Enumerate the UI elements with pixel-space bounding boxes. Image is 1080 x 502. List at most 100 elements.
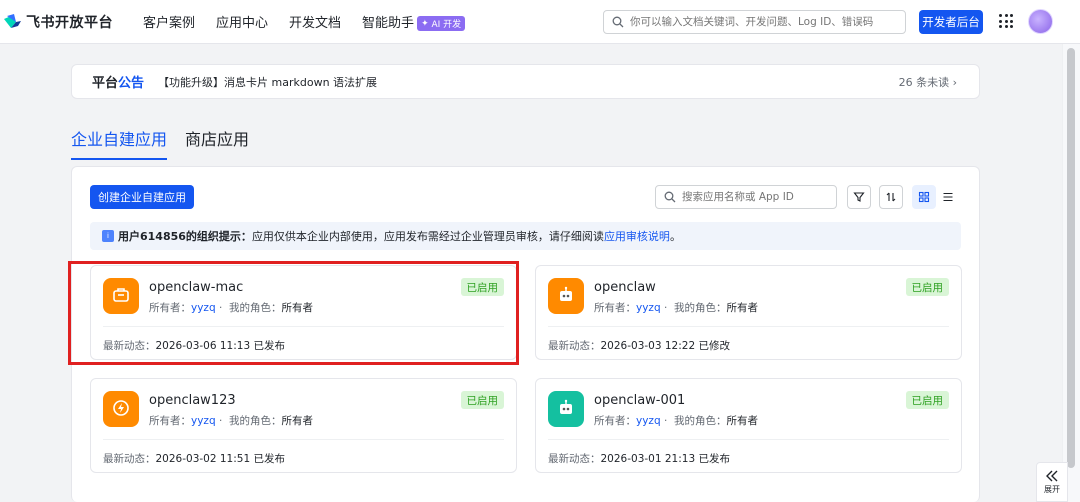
announcement-bar[interactable]: 平台公告 【功能升级】消息卡片 markdown 语法扩展 26 条未读 › (71, 64, 980, 99)
global-search-input[interactable] (630, 16, 900, 28)
owner-name[interactable]: yyzq (191, 415, 216, 427)
nav-link-cases[interactable]: 客户案例 (143, 12, 195, 32)
nav-links: 客户案例 应用中心 开发文档 智能助手 ✦ AI 开发 (143, 12, 486, 32)
list-view-icon (943, 192, 953, 202)
double-chevron-left-icon (1046, 470, 1058, 481)
notice-end: 。 (669, 230, 681, 243)
card-divider (548, 439, 949, 440)
activity-value: 2026-03-03 12:22 已修改 (600, 340, 730, 352)
filter-button[interactable] (847, 185, 871, 209)
owner-name[interactable]: yyzq (636, 302, 661, 314)
app-activity: 最新动态：2026-03-01 21:13 已发布 (548, 451, 730, 466)
role-label: 我的角色： (228, 302, 282, 314)
app-meta: 所有者：yyzq · 我的角色：所有者 (149, 302, 313, 314)
activity-value: 2026-03-06 11:13 已发布 (155, 340, 285, 352)
tab-self-built-apps[interactable]: 企业自建应用 (71, 126, 168, 160)
filter-icon (853, 192, 865, 202)
activity-value: 2026-03-02 11:51 已发布 (155, 453, 285, 465)
app-activity: 最新动态：2026-03-02 11:51 已发布 (103, 451, 285, 466)
list-view-button[interactable] (936, 185, 960, 209)
role-label: 我的角色： (673, 415, 727, 427)
assistant-label: 智能助手 (362, 15, 415, 31)
nav-link-docs[interactable]: 开发文档 (289, 12, 341, 32)
info-icon: i (102, 230, 114, 242)
role-value: 所有者 (281, 302, 313, 314)
app-card[interactable]: openclaw-001 已启用所有者：yyzq · 我的角色：所有者最新动态：2… (535, 378, 962, 473)
role-value: 所有者 (281, 415, 313, 427)
app-name[interactable]: openclaw-001 (594, 393, 685, 408)
app-meta: 所有者：yyzq · 我的角色：所有者 (149, 415, 313, 427)
app-card[interactable]: openclaw-mac 已启用 所有者：yyzq · 我的角色：所有者 最新动态：2… (90, 265, 517, 360)
sort-button[interactable] (879, 185, 903, 209)
page-scrollbar[interactable] (1062, 44, 1080, 502)
activity-label: 最新动态： (103, 340, 156, 352)
activity-label: 最新动态： (548, 453, 601, 465)
app-type-tabs: 企业自建应用 商店应用 (71, 126, 267, 160)
app-activity: 最新动态：2026-03-06 11:13 已发布 (103, 338, 285, 353)
dev-console-button[interactable]: 开发者后台 (919, 10, 983, 34)
app-meta: 所有者：yyzq · 我的角色：所有者 (594, 302, 758, 314)
activity-label: 最新动态： (103, 453, 156, 465)
search-icon (612, 16, 624, 28)
brand-name: 飞书开放平台 (26, 14, 113, 31)
role-value: 所有者 (726, 302, 758, 314)
top-nav: 飞书开放平台 客户案例 应用中心 开发文档 智能助手✦ AI 开发 开发者后台 (0, 0, 1080, 44)
app-card[interactable]: openclaw123 已启用所有者：yyzq · 我的角色：所有者最新动态：20… (90, 378, 517, 473)
chevron-right-icon: › (952, 75, 957, 89)
tab-store-apps[interactable]: 商店应用 (185, 126, 249, 160)
create-app-button[interactable]: 创建企业自建应用 (90, 185, 194, 209)
ai-badge-label: AI 开发 (431, 20, 462, 31)
app-search[interactable] (655, 185, 837, 209)
app-search-input[interactable] (682, 191, 832, 203)
card-divider (103, 439, 504, 440)
card-divider (548, 326, 949, 327)
announcement-text[interactable]: 【功能升级】消息卡片 markdown 语法扩展 (158, 74, 377, 90)
global-search[interactable] (603, 10, 906, 34)
notice-title: 用户614856的组织提示： (118, 230, 252, 243)
app-icon (548, 391, 584, 427)
notice-text: 应用仅供本企业内部使用，应用发布需经过企业管理员审核，请仔细阅读 (251, 230, 604, 243)
activity-label: 最新动态： (548, 340, 601, 352)
announcement-unread-link[interactable]: 26 条未读 › (899, 74, 957, 90)
app-icon (103, 391, 139, 427)
ai-badge: ✦ AI 开发 (417, 16, 466, 32)
briefcase-icon (111, 285, 131, 308)
nav-link-assistant[interactable]: 智能助手 ✦ AI 开发 (362, 12, 466, 32)
app-icon (103, 278, 139, 314)
role-label: 我的角色： (228, 415, 282, 427)
status-badge: 已启用 (460, 391, 504, 409)
owner-label: 所有者： (149, 415, 191, 427)
activity-value: 2026-03-01 21:13 已发布 (600, 453, 730, 465)
bolt-icon (111, 398, 131, 421)
app-icon (548, 278, 584, 314)
grid-view-icon (918, 191, 930, 203)
brand[interactable]: 飞书开放平台 (2, 12, 113, 32)
avatar[interactable] (1028, 9, 1053, 34)
announcement-title: 平台公告 (92, 76, 145, 91)
expand-label: 展开 (1044, 484, 1060, 494)
card-divider (103, 326, 504, 327)
app-name[interactable]: openclaw (594, 280, 656, 295)
expand-panel-button[interactable]: 展开 (1036, 462, 1068, 502)
apps-grid-icon[interactable] (999, 14, 1013, 28)
nav-link-app-center[interactable]: 应用中心 (216, 12, 268, 32)
app-card[interactable]: openclaw 已启用 所有者：yyzq · 我的角色：所有者 最新动态：2026-… (535, 265, 962, 360)
app-meta: 所有者：yyzq · 我的角色：所有者 (594, 415, 758, 427)
sparkle-icon: ✦ (421, 18, 432, 29)
owner-label: 所有者： (149, 302, 191, 314)
owner-label: 所有者： (594, 302, 636, 314)
app-name[interactable]: openclaw123 (149, 393, 236, 408)
status-badge: 已启用 (905, 391, 949, 409)
robot-icon (556, 398, 576, 421)
sort-icon (886, 192, 896, 202)
org-notice: i 用户614856的组织提示： 应用仅供本企业内部使用，应用发布需经过企业管理… (90, 222, 961, 250)
owner-name[interactable]: yyzq (636, 415, 661, 427)
scrollbar-thumb[interactable] (1067, 48, 1075, 468)
feishu-logo-icon (4, 13, 21, 28)
role-label: 我的角色： (673, 302, 727, 314)
owner-name[interactable]: yyzq (191, 302, 216, 314)
grid-view-button[interactable] (912, 185, 936, 209)
app-name[interactable]: openclaw-mac (149, 280, 243, 295)
search-icon (664, 191, 676, 203)
review-guide-link[interactable]: 应用审核说明 (604, 228, 670, 244)
